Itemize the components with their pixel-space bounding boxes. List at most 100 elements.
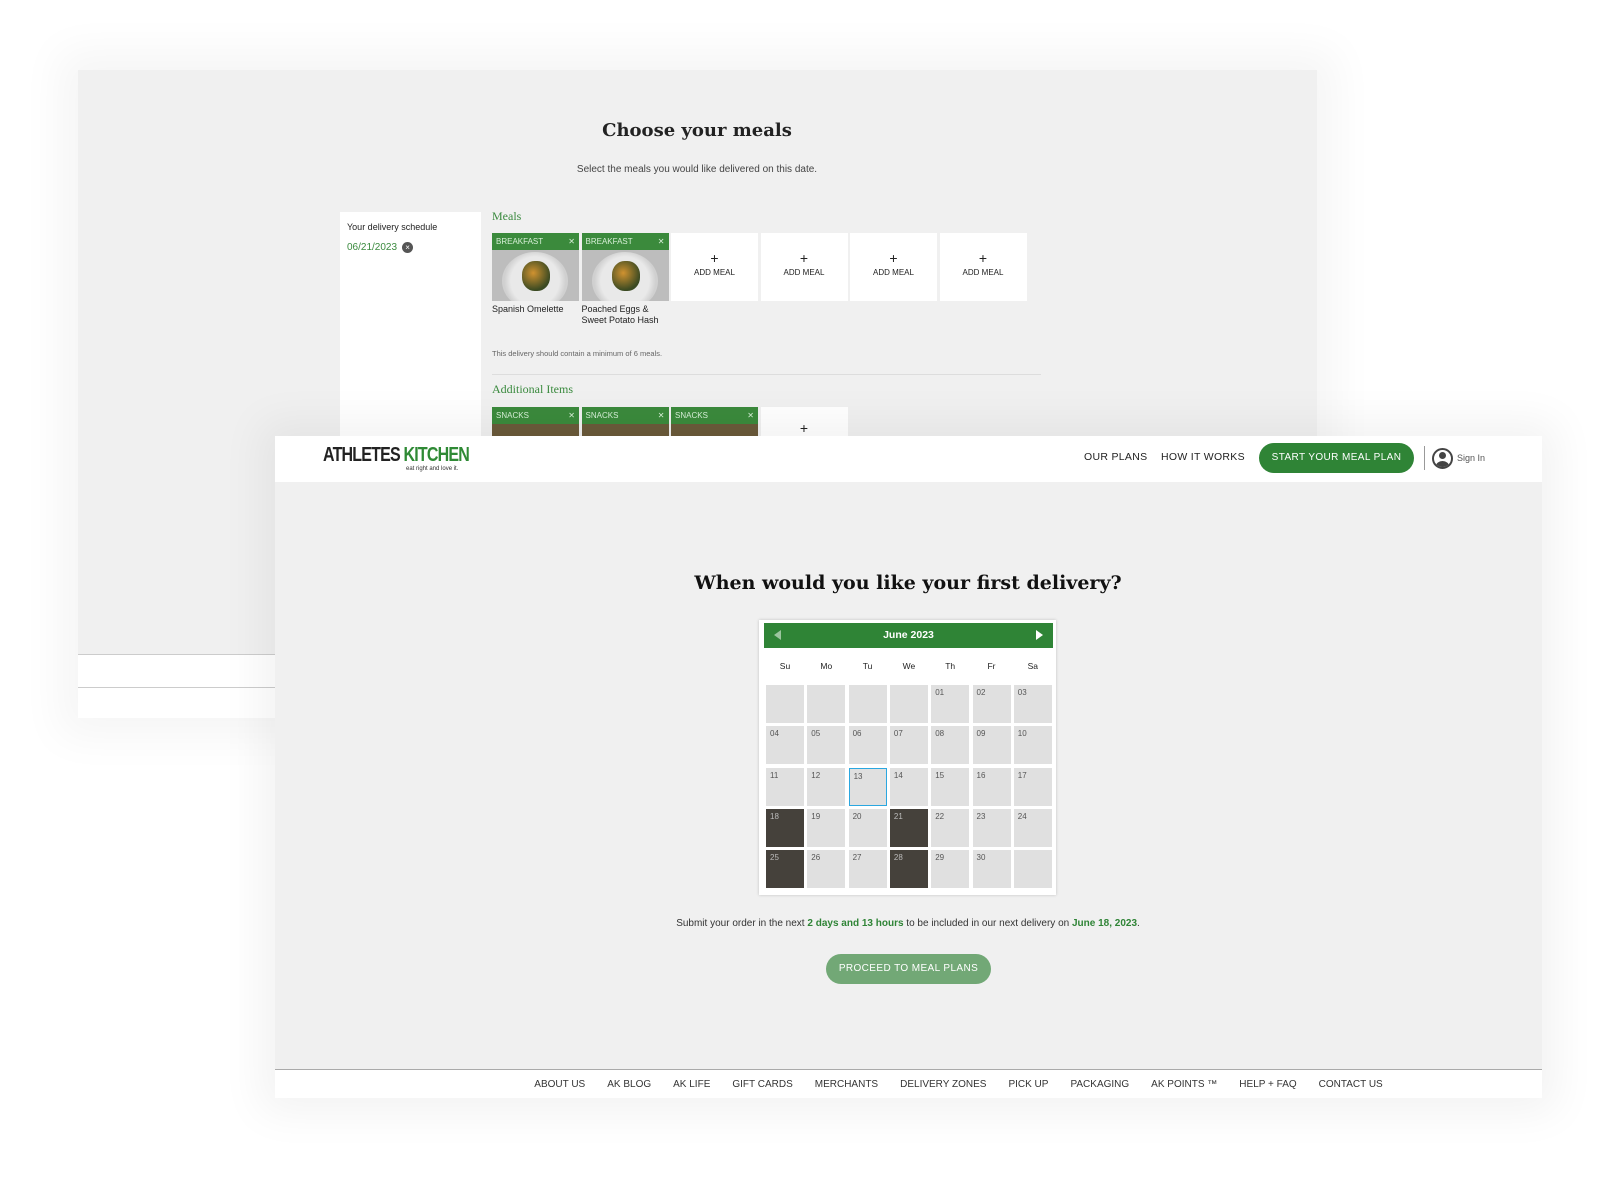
meal-food-image (522, 261, 550, 291)
remove-meal-icon[interactable]: ✕ (568, 237, 575, 246)
calendar-day[interactable]: 27 (848, 850, 887, 889)
logo-accent-text: KITCHEN (403, 444, 470, 466)
footer-link[interactable]: MERCHANTS (815, 1079, 878, 1090)
calendar-day[interactable]: 05 (807, 726, 846, 765)
calendar-empty-cell (848, 685, 887, 723)
start-meal-plan-button[interactable]: START YOUR MEAL PLAN (1259, 443, 1414, 473)
calendar-day[interactable]: 04 (766, 726, 804, 765)
add-meal-button[interactable]: + ADD MEAL (939, 233, 1027, 301)
calendar-day[interactable]: 10 (1013, 726, 1052, 765)
calendar-day[interactable]: 06 (848, 726, 887, 765)
remove-date-icon[interactable]: × (402, 242, 414, 253)
athletes-kitchen-logo[interactable]: ATHLETES KITCHEN (323, 444, 470, 467)
remove-item-icon[interactable]: ✕ (658, 411, 665, 420)
calendar-day[interactable]: 09 (972, 726, 1011, 765)
meals-heading: Meals (492, 209, 522, 223)
next-month-icon[interactable] (1036, 630, 1043, 640)
snack-category-tag: SNACKS ✕ (581, 407, 669, 424)
footer-link[interactable]: PICK UP (1008, 1079, 1048, 1090)
sign-in-link[interactable]: Sign In (1457, 453, 1485, 463)
meal-card[interactable]: BREAKFAST ✕ (492, 233, 579, 301)
calendar-day[interactable]: 26 (807, 850, 846, 889)
add-meal-label: ADD MEAL (962, 268, 1004, 277)
calendar-day[interactable]: 16 (972, 767, 1011, 806)
site-footer: ABOUT US AK BLOG AK LIFE GIFT CARDS MERCHANT… (275, 1070, 1542, 1098)
calendar-day[interactable]: 15 (931, 767, 970, 806)
add-meal-button[interactable]: + ADD MEAL (850, 233, 937, 301)
calendar-day[interactable]: 22 (931, 808, 970, 847)
nav-how-it-works[interactable]: HOW IT WORKS (1161, 451, 1245, 463)
snack-card[interactable]: SNACKS ✕ (492, 407, 579, 436)
calendar-day[interactable]: 24 (1013, 808, 1052, 847)
user-icon[interactable] (1432, 448, 1453, 469)
deadline-time: 2 days and 13 hours (807, 918, 904, 929)
calendar-empty-cell (766, 685, 804, 723)
calendar-day[interactable]: 30 (972, 850, 1011, 889)
add-meal-label: ADD MEAL (694, 268, 735, 277)
plus-icon: + (799, 420, 809, 436)
prev-month-icon[interactable] (774, 630, 781, 640)
calendar-empty-cell (807, 685, 846, 723)
snack-category-tag: SNACKS ✕ (671, 407, 758, 424)
footer-link[interactable]: DELIVERY ZONES (900, 1079, 986, 1090)
calendar-day[interactable]: 07 (889, 726, 928, 765)
plus-icon: + (889, 250, 898, 266)
calendar-day[interactable]: 28 (889, 850, 928, 889)
snack-card[interactable]: SNACKS ✕ (581, 407, 669, 436)
calendar-day[interactable]: 02 (972, 685, 1011, 723)
add-meal-button[interactable]: + ADD MEAL (671, 233, 758, 301)
calendar-day[interactable]: 14 (889, 767, 928, 806)
deadline-end: . (1137, 918, 1140, 929)
calendar-day[interactable]: 23 (972, 808, 1011, 847)
footer-link[interactable]: ABOUT US (534, 1079, 585, 1090)
footer-link[interactable]: PACKAGING (1070, 1079, 1129, 1090)
nav-our-plans[interactable]: OUR PLANS (1084, 451, 1147, 463)
meal-page-title: Choose your meals (602, 120, 792, 141)
meal-page-subtitle: Select the meals you would like delivere… (576, 164, 818, 175)
calendar-day[interactable]: 13 (848, 767, 887, 806)
add-item-button[interactable]: + (760, 407, 848, 436)
proceed-to-meal-plans-button[interactable]: PROCEED TO MEAL PLANS (826, 954, 991, 984)
snack-card[interactable]: SNACKS ✕ (671, 407, 758, 436)
footer-link[interactable]: GIFT CARDS (732, 1079, 792, 1090)
calendar-day[interactable]: 19 (807, 808, 846, 847)
calendar-day[interactable]: 08 (931, 726, 970, 765)
calendar-day[interactable]: 01 (931, 685, 970, 723)
calendar-day[interactable]: 11 (766, 767, 804, 806)
delivery-date[interactable]: 06/21/2023 (347, 242, 397, 253)
deadline-pre: Submit your order in the next (676, 918, 808, 929)
remove-item-icon[interactable]: ✕ (747, 411, 754, 420)
footer-link[interactable]: AK LIFE (673, 1079, 710, 1090)
snack-category: SNACKS (585, 411, 619, 420)
remove-item-icon[interactable]: ✕ (568, 411, 575, 420)
logo-tagline: eat right and love it. (406, 466, 459, 472)
calendar-day[interactable]: 21 (889, 808, 928, 847)
calendar-month: June 2023 (883, 629, 934, 641)
footer-link[interactable]: HELP + FAQ (1239, 1079, 1296, 1090)
meal-name: Poached Eggs & Sweet Potato Hash (581, 304, 659, 325)
remove-meal-icon[interactable]: ✕ (658, 237, 665, 246)
additional-items-heading: Additional Items (492, 382, 573, 396)
weekday-label: Fr (987, 661, 996, 671)
calendar-day[interactable]: 12 (807, 767, 846, 806)
section-divider (492, 374, 1041, 375)
add-meal-button[interactable]: + ADD MEAL (760, 233, 848, 301)
calendar-day[interactable]: 20 (848, 808, 887, 847)
add-meal-label: ADD MEAL (873, 268, 914, 277)
calendar-empty-cell (889, 685, 928, 723)
delivery-schedule-label: Your delivery schedule (347, 222, 438, 232)
footer-link[interactable]: AK POINTS ™ (1151, 1079, 1217, 1090)
calendar-day[interactable]: 25 (766, 850, 804, 889)
snack-category-tag: SNACKS ✕ (492, 407, 579, 424)
calendar-day[interactable]: 03 (1013, 685, 1052, 723)
footer-link[interactable]: AK BLOG (607, 1079, 651, 1090)
calendar-day[interactable]: 17 (1013, 767, 1052, 806)
meal-category: BREAKFAST (585, 237, 633, 246)
calendar-day[interactable]: 29 (931, 850, 970, 889)
calendar-day[interactable]: 18 (766, 808, 804, 847)
delivery-date-item[interactable]: 06/21/2023 × (347, 242, 474, 253)
footer-link[interactable]: CONTACT US (1319, 1079, 1383, 1090)
meal-name: Spanish Omelette (492, 304, 564, 314)
plus-icon: + (799, 250, 809, 266)
meal-card[interactable]: BREAKFAST ✕ (581, 233, 669, 301)
